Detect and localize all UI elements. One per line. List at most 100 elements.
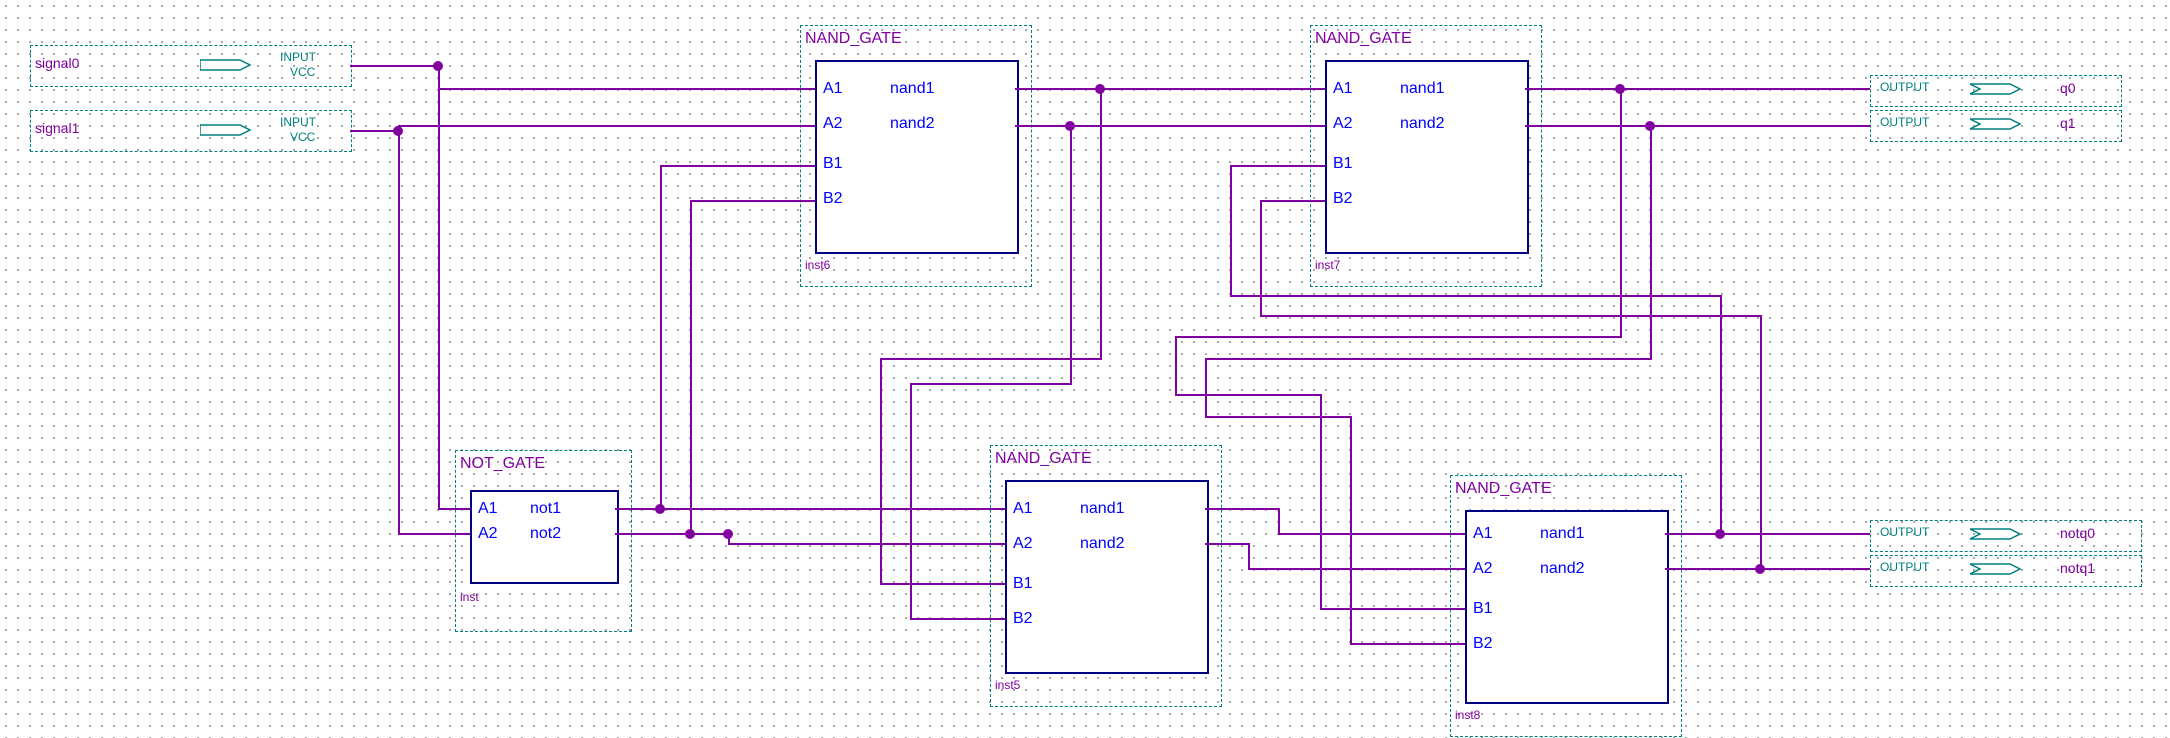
wire xyxy=(1230,165,1325,167)
wire xyxy=(1620,88,1622,338)
wire xyxy=(1015,125,1325,127)
wire xyxy=(880,358,882,583)
wire xyxy=(1720,295,1722,535)
nand6-a1: A1 xyxy=(823,80,843,98)
wire xyxy=(880,583,1005,585)
wire xyxy=(1760,315,1762,570)
wire xyxy=(615,508,1005,510)
nand8-b2: B2 xyxy=(1473,635,1493,653)
wire xyxy=(1205,358,1207,418)
wire xyxy=(1175,336,1622,338)
wire xyxy=(615,533,730,535)
wire xyxy=(1350,643,1465,645)
nand5-b1: B1 xyxy=(1013,575,1033,593)
nand5-b2: B2 xyxy=(1013,610,1033,628)
nand6-inst: inst6 xyxy=(805,258,830,272)
wire xyxy=(398,533,470,535)
wire xyxy=(1205,543,1250,545)
nand6-nand1: nand1 xyxy=(890,80,935,98)
wire xyxy=(1278,508,1280,535)
wire xyxy=(660,165,815,167)
wire xyxy=(1320,394,1322,610)
nand6-b1: B1 xyxy=(823,155,843,173)
junction xyxy=(393,126,403,136)
wire xyxy=(1205,508,1280,510)
wire xyxy=(1260,315,1762,317)
nand5-nand2: nand2 xyxy=(1080,535,1125,553)
wire xyxy=(1260,200,1325,202)
wire xyxy=(1248,568,1465,570)
junction xyxy=(685,529,695,539)
not-gate-a1: A1 xyxy=(478,500,498,518)
wire xyxy=(438,508,470,510)
not-gate-not1: not1 xyxy=(530,500,561,518)
nand5-title: NAND_GATE xyxy=(995,450,1092,468)
nand8-a1: A1 xyxy=(1473,525,1493,543)
wire xyxy=(398,125,400,535)
input-signal1-vcc: VCC xyxy=(290,130,315,144)
wire xyxy=(910,383,1072,385)
wire xyxy=(1015,88,1325,90)
nand7-b2: B2 xyxy=(1333,190,1353,208)
input-signal0-vcc: VCC xyxy=(290,65,315,79)
wire xyxy=(660,165,662,510)
wire xyxy=(438,88,815,90)
wire xyxy=(1070,125,1072,385)
wire xyxy=(1320,608,1465,610)
output-notq1-label: notq1 xyxy=(2060,560,2095,576)
wire xyxy=(398,125,815,127)
nand5-inst: inst5 xyxy=(995,678,1020,692)
wire xyxy=(1650,125,1652,360)
output-notq0-symbol xyxy=(1970,527,2030,541)
not-gate-not2: not2 xyxy=(530,525,561,543)
output-notq0-label: notq0 xyxy=(2060,525,2095,541)
wire xyxy=(1260,200,1262,317)
nand8-nand1: nand1 xyxy=(1540,525,1585,543)
output-notq1-symbol xyxy=(1970,562,2030,576)
output-notq1-type: OUTPUT xyxy=(1880,560,1929,574)
wire xyxy=(1205,416,1350,418)
wire xyxy=(1525,125,1870,127)
nand8-b1: B1 xyxy=(1473,600,1493,618)
nand6-b2: B2 xyxy=(823,190,843,208)
input-signal1-type: INPUT xyxy=(280,115,316,129)
output-notq0-type: OUTPUT xyxy=(1880,525,1929,539)
output-q0-symbol xyxy=(1970,82,2030,96)
output-q1-label: q1 xyxy=(2060,115,2076,131)
output-q1-type: OUTPUT xyxy=(1880,115,1929,129)
output-q0-type: OUTPUT xyxy=(1880,80,1929,94)
wire xyxy=(1665,568,1870,570)
schematic-canvas[interactable]: signal0 INPUT VCC signal1 INPUT VCC NOT_… xyxy=(0,0,2170,738)
output-q0-label: q0 xyxy=(2060,80,2076,96)
nand7-a2: A2 xyxy=(1333,115,1353,133)
wire xyxy=(1205,358,1652,360)
wire xyxy=(1175,336,1177,396)
input-signal0-symbol xyxy=(200,58,260,72)
nand7-a1: A1 xyxy=(1333,80,1353,98)
wire xyxy=(690,200,815,202)
nand6-title: NAND_GATE xyxy=(805,30,902,48)
nand6-nand2: nand2 xyxy=(890,115,935,133)
not-gate-inst: inst xyxy=(460,590,479,604)
input-signal0-type: INPUT xyxy=(280,50,316,64)
nand8-nand2: nand2 xyxy=(1540,560,1585,578)
wire xyxy=(1278,533,1465,535)
input-signal0-label: signal0 xyxy=(35,55,79,71)
wire xyxy=(690,200,692,535)
input-signal1-label: signal1 xyxy=(35,120,79,136)
nand7-inst: inst7 xyxy=(1315,258,1340,272)
wire xyxy=(880,358,1102,360)
wire xyxy=(1230,165,1232,297)
output-q1-symbol xyxy=(1970,117,2030,131)
wire xyxy=(728,543,1005,545)
wire xyxy=(1175,394,1320,396)
not-gate-a2: A2 xyxy=(478,525,498,543)
nand5-a2: A2 xyxy=(1013,535,1033,553)
nand7-b1: B1 xyxy=(1333,155,1353,173)
wire xyxy=(438,65,440,510)
wire xyxy=(910,383,912,620)
wire xyxy=(1230,295,1722,297)
nand7-title: NAND_GATE xyxy=(1315,30,1412,48)
nand5-a1: A1 xyxy=(1013,500,1033,518)
wire xyxy=(1350,416,1352,645)
